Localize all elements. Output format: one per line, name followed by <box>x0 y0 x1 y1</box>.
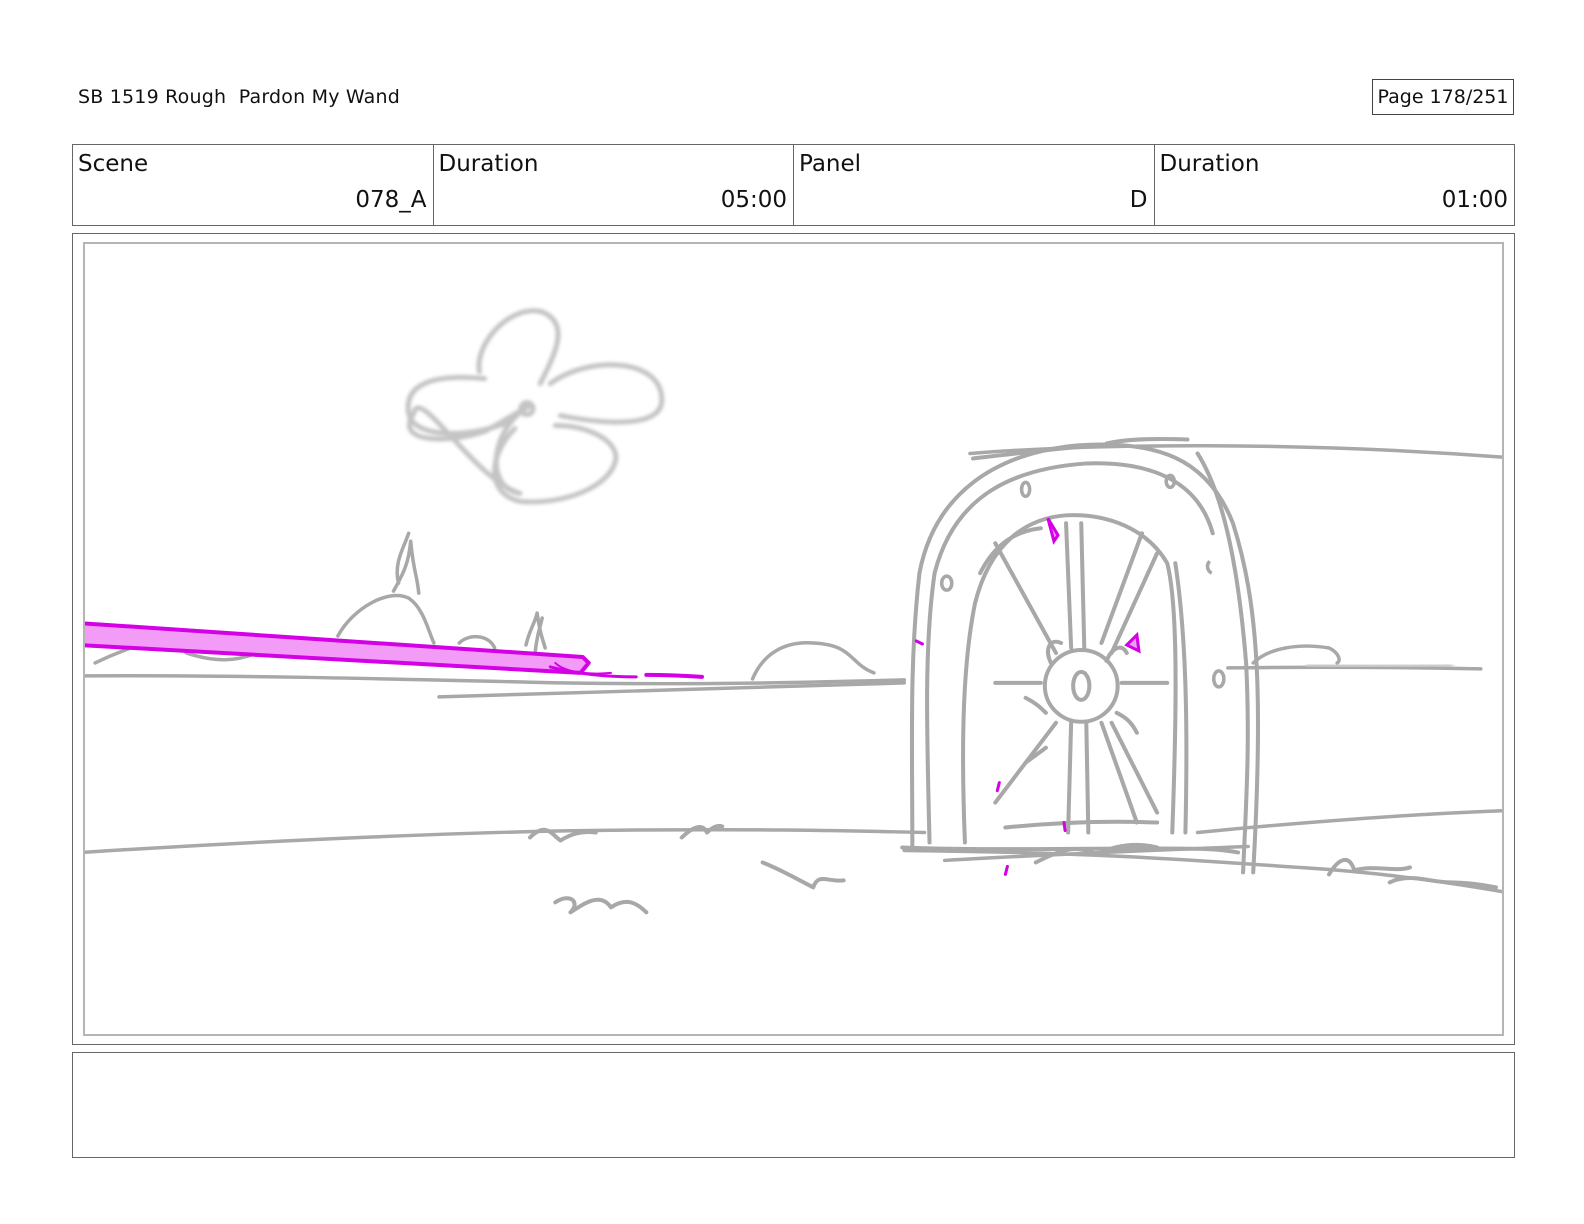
page-number: Page 178/251 <box>1372 79 1514 115</box>
panel-duration-label: Duration <box>1159 151 1260 177</box>
scene-cell: Scene 078_A <box>73 145 434 225</box>
magic-beam <box>85 621 704 679</box>
storyboard-drawing <box>83 242 1504 1036</box>
flower-cloud <box>405 308 665 505</box>
scene-value: 078_A <box>355 187 427 213</box>
arched-doorway <box>900 436 1261 875</box>
scene-label: Scene <box>78 151 149 177</box>
ground-lines <box>85 808 1502 894</box>
storyboard-panel-frame <box>72 233 1515 1045</box>
scene-duration-cell: Duration 05:00 <box>434 145 794 225</box>
panel-cell: Panel D <box>794 145 1155 225</box>
grass-tufts <box>528 823 1498 915</box>
panel-label: Panel <box>799 151 862 177</box>
wagon-wheel <box>993 521 1170 835</box>
storyboard-title: SB 1519 Rough Pardon My Wand <box>78 86 401 108</box>
panel-info-table: Scene 078_A Duration 05:00 Panel D Durat… <box>72 144 1515 226</box>
sketch-illustration <box>85 308 1502 915</box>
horizon-lines <box>85 443 1502 699</box>
panel-duration-cell: Duration 01:00 <box>1155 145 1515 225</box>
panel-value: D <box>1129 187 1148 213</box>
panel-notes-box <box>72 1052 1515 1158</box>
doorway-soft-ground <box>1305 661 1454 670</box>
scene-duration-label: Duration <box>438 151 539 177</box>
panel-duration-value: 01:00 <box>1441 187 1508 213</box>
scene-duration-value: 05:00 <box>720 187 787 213</box>
